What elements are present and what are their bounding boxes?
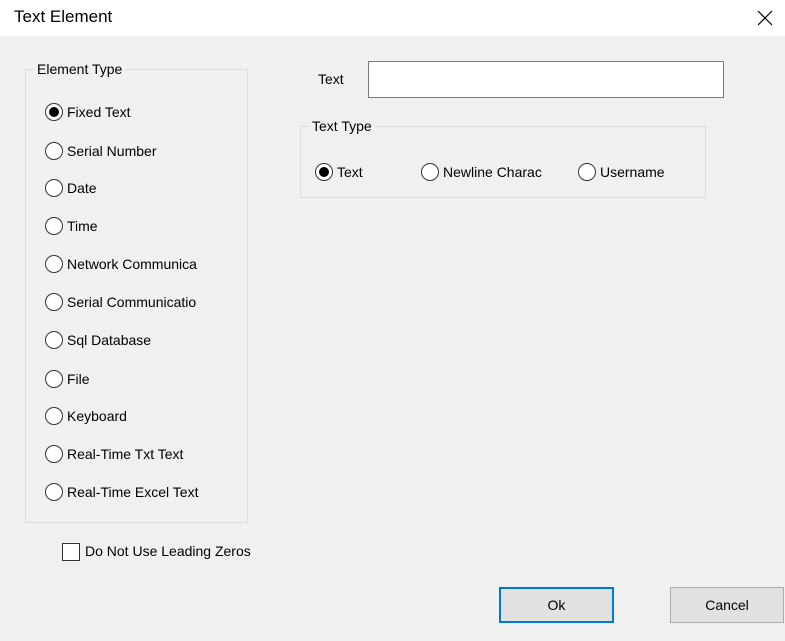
- close-button[interactable]: [745, 0, 785, 36]
- radio-icon[interactable]: [45, 103, 63, 121]
- radio-real-time-txt-text[interactable]: Real-Time Txt Text: [45, 445, 183, 463]
- radio-icon[interactable]: [45, 179, 63, 197]
- radio-icon[interactable]: [421, 163, 439, 181]
- radio-serial-number[interactable]: Serial Number: [45, 142, 156, 160]
- radio-file[interactable]: File: [45, 370, 90, 388]
- window-title: Text Element: [14, 7, 113, 26]
- radio-label: Network Communica: [67, 256, 197, 272]
- radio-icon[interactable]: [578, 163, 596, 181]
- radio-icon[interactable]: [45, 370, 63, 388]
- radio-icon[interactable]: [45, 407, 63, 425]
- title-bar: Text Element: [0, 0, 785, 36]
- radio-keyboard[interactable]: Keyboard: [45, 407, 127, 425]
- radio-newline-character[interactable]: Newline Charac: [421, 163, 573, 181]
- radio-icon[interactable]: [45, 142, 63, 160]
- radio-label: Username: [600, 164, 665, 180]
- text-type-group: [300, 126, 706, 198]
- radio-label: Real-Time Txt Text: [67, 446, 184, 462]
- radio-sql-database[interactable]: Sql Database: [45, 331, 151, 349]
- radio-label: Real-Time Excel Text: [67, 484, 199, 500]
- leading-zeros-checkbox[interactable]: [62, 543, 80, 561]
- radio-username[interactable]: Username: [578, 163, 665, 181]
- radio-label: Text: [337, 164, 363, 180]
- radio-icon[interactable]: [45, 483, 63, 501]
- radio-label: File: [67, 371, 90, 387]
- ok-button[interactable]: Ok: [499, 587, 614, 623]
- radio-fixed-text[interactable]: Fixed Text: [45, 103, 131, 121]
- leading-zeros-label: Do Not Use Leading Zeros: [85, 543, 251, 559]
- radio-date[interactable]: Date: [45, 179, 97, 197]
- radio-icon[interactable]: [45, 293, 63, 311]
- radio-icon[interactable]: [45, 331, 63, 349]
- radio-serial-communication[interactable]: Serial Communicatio: [45, 293, 247, 311]
- radio-label: Sql Database: [67, 332, 152, 348]
- text-field-label: Text: [318, 71, 344, 87]
- radio-real-time-excel-text[interactable]: Real-Time Excel Text: [45, 483, 247, 501]
- radio-label: Fixed Text: [67, 104, 131, 120]
- radio-text[interactable]: Text: [315, 163, 363, 181]
- radio-label: Serial Number: [67, 143, 157, 159]
- close-icon: [757, 10, 773, 26]
- radio-icon[interactable]: [45, 445, 63, 463]
- radio-icon[interactable]: [45, 255, 63, 273]
- radio-label: Newline Charac: [443, 164, 542, 180]
- radio-label: Date: [67, 180, 97, 196]
- radio-label: Serial Communicatio: [67, 294, 197, 310]
- text-type-legend: Text Type: [309, 118, 375, 134]
- radio-time[interactable]: Time: [45, 217, 98, 235]
- radio-label: Time: [67, 218, 98, 234]
- radio-network-communication[interactable]: Network Communica: [45, 255, 247, 273]
- cancel-button[interactable]: Cancel: [670, 587, 784, 623]
- radio-label: Keyboard: [67, 408, 127, 424]
- radio-icon[interactable]: [45, 217, 63, 235]
- radio-icon[interactable]: [315, 163, 333, 181]
- element-type-legend: Element Type: [34, 61, 126, 77]
- text-input[interactable]: [368, 61, 724, 98]
